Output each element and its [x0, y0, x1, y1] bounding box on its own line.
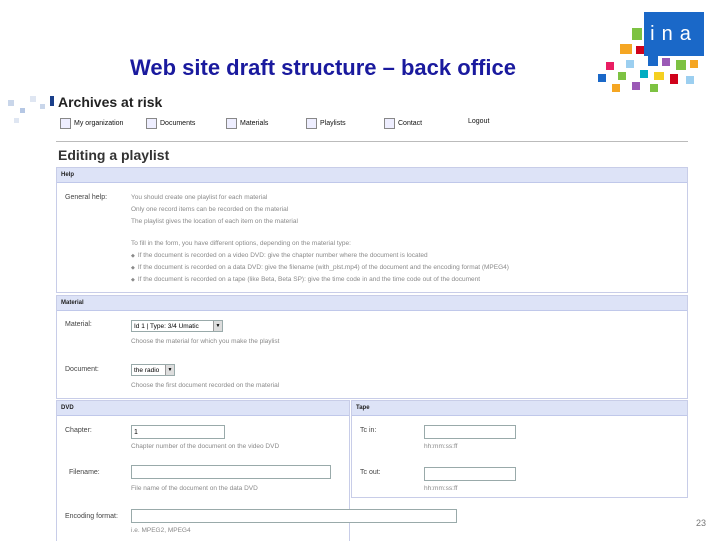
encoding-input[interactable]	[131, 509, 457, 523]
help-line: Only one record items can be recorded on…	[131, 206, 289, 213]
material-label: Material:	[65, 321, 92, 328]
help-line: To fill in the form, you have different …	[131, 240, 351, 247]
nav-materials[interactable]: Materials	[226, 118, 268, 129]
tc-in-input[interactable]	[424, 425, 516, 439]
help-bullet: If the document is recorded on a data DV…	[131, 264, 509, 271]
nav-my-organization[interactable]: My organization	[60, 118, 123, 129]
filename-input[interactable]	[131, 465, 331, 479]
material-header: Material	[57, 296, 687, 311]
chapter-input[interactable]: 1	[131, 425, 225, 439]
tc-in-label: Tc in:	[360, 427, 377, 434]
decor-square	[8, 100, 14, 106]
contact-icon	[384, 118, 395, 129]
organization-icon	[60, 118, 71, 129]
chevron-down-icon: ▼	[213, 321, 222, 331]
tape-panel: Tape Tc in: hh:mm:ss:ff Tc out: hh:mm:ss…	[351, 400, 688, 498]
nav-label: Logout	[468, 118, 490, 125]
nav-label: Contact	[398, 120, 423, 127]
encoding-hint: i.e. MPEG2, MPEG4	[131, 527, 191, 534]
divider	[56, 141, 688, 142]
help-line: You should create one playlist for each …	[131, 194, 268, 201]
nav-label: Materials	[240, 120, 269, 127]
chapter-hint: Chapter number of the document on the vi…	[131, 443, 280, 450]
dvd-panel: DVD Chapter: 1 Chapter number of the doc…	[56, 400, 457, 541]
document-icon	[146, 118, 157, 129]
help-bullet: If the document is recorded on a video D…	[131, 252, 428, 259]
slide-title: Web site draft structure – back office	[130, 55, 516, 80]
material-select-value: Id 1 | Type: 3/4 Umatic	[134, 323, 199, 330]
tc-out-input[interactable]	[424, 467, 516, 481]
help-line: The playlist gives the location of each …	[131, 218, 298, 225]
help-label: General help:	[65, 194, 108, 201]
chevron-down-icon: ▼	[165, 365, 174, 375]
app-title: Archives at risk	[58, 94, 163, 110]
nav-documents[interactable]: Documents	[146, 118, 195, 129]
decor-square	[50, 96, 54, 106]
document-select-value: the radio	[134, 367, 160, 374]
dvd-header: DVD	[57, 401, 349, 416]
decor-square	[20, 108, 25, 113]
encoding-label: Encoding format:	[65, 513, 118, 520]
decor-square	[40, 104, 45, 109]
material-select[interactable]: Id 1 | Type: 3/4 Umatic ▼	[131, 320, 223, 332]
page-number: 23	[695, 518, 706, 528]
playlist-icon	[306, 118, 317, 129]
material-panel: Material Material: Id 1 | Type: 3/4 Umat…	[56, 295, 688, 399]
tc-out-label: Tc out:	[360, 469, 381, 476]
chapter-label: Chapter:	[65, 427, 92, 434]
nav-label: Documents	[160, 120, 196, 127]
nav-logout[interactable]: Logout	[468, 118, 489, 125]
filename-label: Filename:	[69, 469, 100, 476]
help-bullet: If the document is recorded on a tape (l…	[131, 276, 480, 283]
help-header: Help	[57, 168, 687, 183]
decor-square	[14, 118, 19, 123]
page-heading: Editing a playlist	[58, 147, 170, 163]
tc-out-hint: hh:mm:ss:ff	[424, 485, 458, 492]
material-hint: Choose the material for which you make t…	[131, 338, 280, 345]
nav-label: My organization	[74, 120, 124, 127]
filename-hint: File name of the document on the data DV…	[131, 485, 258, 492]
document-label: Document:	[65, 366, 99, 373]
document-hint: Choose the first document recorded on th…	[131, 382, 280, 389]
help-panel: Help General help: You should create one…	[56, 167, 688, 293]
nav-playlists[interactable]: Playlists	[306, 118, 346, 129]
document-select[interactable]: the radio ▼	[131, 364, 175, 376]
decor-square	[30, 96, 36, 102]
tape-header: Tape	[352, 401, 687, 416]
nav-label: Playlists	[320, 120, 346, 127]
materials-icon	[226, 118, 237, 129]
tc-in-hint: hh:mm:ss:ff	[424, 443, 458, 450]
ina-logo-text: ina	[644, 12, 704, 56]
nav-contact[interactable]: Contact	[384, 118, 422, 129]
